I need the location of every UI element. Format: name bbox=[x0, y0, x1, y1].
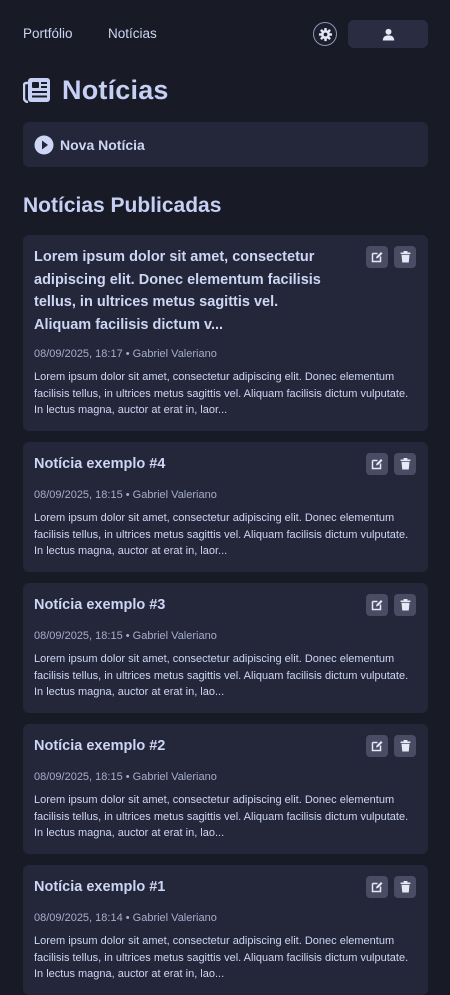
news-title: Notícia exemplo #4 bbox=[34, 456, 166, 472]
news-card: Lorem ipsum dolor sit amet, consectetur … bbox=[23, 235, 428, 431]
trash-icon bbox=[400, 740, 410, 752]
news-excerpt: Lorem ipsum dolor sit amet, consectetur … bbox=[34, 512, 409, 557]
delete-button[interactable] bbox=[394, 453, 416, 475]
edit-icon bbox=[371, 882, 383, 893]
delete-button[interactable] bbox=[394, 735, 416, 757]
news-excerpt: Lorem ipsum dolor sit amet, consectetur … bbox=[34, 935, 409, 980]
newspaper-icon bbox=[23, 78, 50, 103]
news-card: Notícia exemplo #2 08/09/2025, 18:15 • G… bbox=[23, 724, 428, 854]
news-excerpt: Lorem ipsum dolor sit amet, consectetur … bbox=[34, 653, 409, 698]
delete-button[interactable] bbox=[394, 594, 416, 616]
news-actions bbox=[366, 594, 416, 616]
news-actions bbox=[366, 246, 416, 268]
edit-button[interactable] bbox=[366, 594, 388, 616]
trash-icon bbox=[400, 599, 410, 611]
edit-icon bbox=[371, 252, 383, 263]
delete-button[interactable] bbox=[394, 876, 416, 898]
edit-button[interactable] bbox=[366, 453, 388, 475]
news-card: Notícia exemplo #4 08/09/2025, 18:15 • G… bbox=[23, 442, 428, 572]
published-news-title: Notícias Publicadas bbox=[23, 194, 222, 217]
edit-button[interactable] bbox=[366, 876, 388, 898]
play-circle-icon bbox=[34, 135, 54, 154]
page-header: Notícias bbox=[23, 74, 169, 106]
news-title: Notícia exemplo #3 bbox=[34, 597, 166, 613]
news-title: Notícia exemplo #2 bbox=[34, 738, 166, 754]
trash-icon bbox=[400, 458, 410, 470]
news-card: Notícia exemplo #3 08/09/2025, 18:15 • G… bbox=[23, 583, 428, 713]
news-meta: 08/09/2025, 18:17 • Gabriel Valeriano bbox=[34, 348, 217, 360]
user-menu-button[interactable] bbox=[348, 20, 428, 48]
edit-icon bbox=[371, 741, 383, 752]
news-actions bbox=[366, 453, 416, 475]
news-excerpt: Lorem ipsum dolor sit amet, consectetur … bbox=[34, 794, 409, 839]
news-title: Notícia exemplo #1 bbox=[34, 879, 166, 895]
user-icon bbox=[382, 28, 394, 40]
nav-link-portfolio[interactable]: Portfólio bbox=[23, 26, 73, 41]
new-news-label: Nova Notícia bbox=[60, 136, 145, 153]
trash-icon bbox=[400, 251, 410, 263]
news-excerpt: Lorem ipsum dolor sit amet, consectetur … bbox=[34, 371, 409, 416]
news-actions bbox=[366, 876, 416, 898]
news-meta: 08/09/2025, 18:15 • Gabriel Valeriano bbox=[34, 630, 217, 642]
nav-link-noticias[interactable]: Notícias bbox=[108, 26, 157, 41]
trash-icon bbox=[400, 881, 410, 893]
theme-settings-button[interactable] bbox=[313, 22, 337, 46]
news-meta: 08/09/2025, 18:15 • Gabriel Valeriano bbox=[34, 771, 217, 783]
edit-icon bbox=[371, 459, 383, 470]
news-meta: 08/09/2025, 18:14 • Gabriel Valeriano bbox=[34, 912, 217, 924]
news-actions bbox=[366, 735, 416, 757]
news-card: Notícia exemplo #1 08/09/2025, 18:14 • G… bbox=[23, 865, 428, 995]
new-news-toggle[interactable]: Nova Notícia bbox=[23, 122, 428, 167]
edit-button[interactable] bbox=[366, 246, 388, 268]
page-title: Notícias bbox=[62, 74, 169, 105]
delete-button[interactable] bbox=[394, 246, 416, 268]
news-title: Lorem ipsum dolor sit amet, consectetur … bbox=[34, 249, 321, 333]
top-nav: Portfólio Notícias bbox=[0, 0, 450, 68]
edit-button[interactable] bbox=[366, 735, 388, 757]
edit-icon bbox=[371, 600, 383, 611]
gear-icon bbox=[318, 27, 332, 41]
news-meta: 08/09/2025, 18:15 • Gabriel Valeriano bbox=[34, 489, 217, 501]
